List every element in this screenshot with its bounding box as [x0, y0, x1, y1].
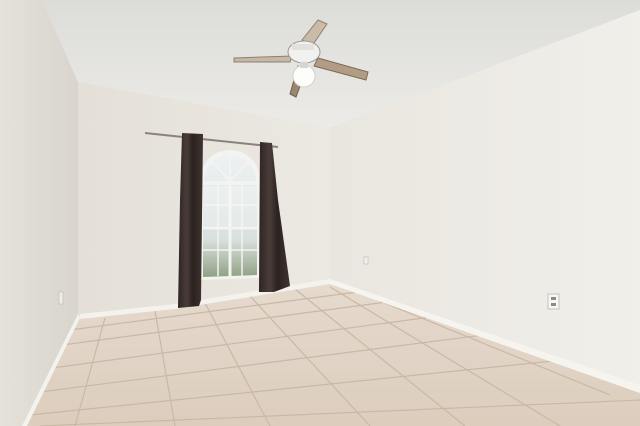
- room-photo: [0, 0, 640, 426]
- wall-outlet-small: [363, 256, 369, 265]
- wall-outlet-left: [58, 291, 64, 305]
- wall-outlet: [547, 293, 560, 310]
- arched-window: [200, 150, 260, 280]
- room-illustration: [0, 0, 640, 426]
- curtain-left: [178, 133, 203, 308]
